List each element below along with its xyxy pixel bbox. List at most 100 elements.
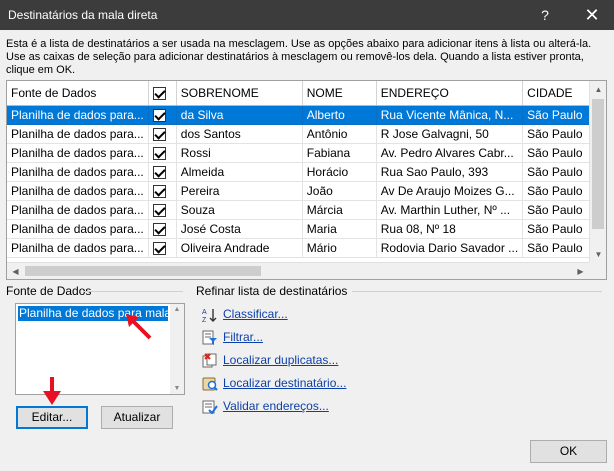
refresh-button[interactable]: Atualizar: [101, 406, 173, 429]
cell-checkbox[interactable]: [148, 143, 177, 163]
table-row[interactable]: Planilha de dados para... dos Santos Antôn…: [7, 124, 604, 144]
table-row[interactable]: Planilha de dados para... Souza Márcia Av. …: [7, 200, 604, 220]
refine-list-divider: [352, 291, 602, 292]
validate-addresses-link-label[interactable]: Validar endereços...: [223, 399, 329, 413]
scroll-down-icon[interactable]: ▼: [170, 385, 184, 392]
table-row[interactable]: Planilha de dados para... da Silva Alberto…: [7, 105, 604, 125]
cell-endereco[interactable]: Rua Sao Paulo, 393: [376, 162, 524, 182]
column-header-check[interactable]: [148, 81, 177, 106]
column-header-sobrenome[interactable]: SOBRENOME: [176, 81, 303, 106]
help-button[interactable]: ?: [530, 0, 560, 30]
table-row[interactable]: Planilha de dados para... Almeida Horácio R…: [7, 162, 604, 182]
column-header-source[interactable]: Fonte de Dados: [7, 81, 149, 106]
cell-checkbox[interactable]: [148, 181, 177, 201]
cell-endereco[interactable]: Av De Araujo Moizes G...: [376, 181, 524, 201]
cell-source[interactable]: Planilha de dados para...: [7, 105, 149, 125]
cell-sobrenome[interactable]: da Silva: [176, 105, 303, 125]
column-header-endereco[interactable]: ENDEREÇO: [376, 81, 524, 106]
cell-sobrenome[interactable]: José Costa: [176, 219, 303, 239]
scroll-right-icon[interactable]: ▶: [572, 263, 589, 279]
cell-endereco[interactable]: R Jose Galvagni, 50: [376, 124, 524, 144]
cell-checkbox[interactable]: [148, 238, 177, 258]
filter-link[interactable]: Filtrar...: [202, 328, 263, 346]
filter-link-label[interactable]: Filtrar...: [223, 330, 263, 344]
description-text: Esta é a lista de destinatários a ser us…: [6, 38, 592, 76]
row-checkbox[interactable]: [152, 241, 166, 255]
table-row[interactable]: Planilha de dados para... Pereira João Av D…: [7, 181, 604, 201]
duplicates-icon: [202, 353, 218, 369]
cell-nome[interactable]: João: [302, 181, 377, 201]
find-recipient-link[interactable]: Localizar destinatário...: [202, 374, 346, 392]
cell-endereco[interactable]: Rua Vicente Mânica, N...: [376, 105, 524, 125]
select-all-checkbox[interactable]: [152, 86, 166, 100]
row-checkbox[interactable]: [152, 146, 166, 160]
cell-nome[interactable]: Márcia: [302, 200, 377, 220]
scroll-up-icon[interactable]: ▲: [590, 81, 606, 98]
window-title: Destinatários da mala direta: [8, 8, 158, 22]
cell-source[interactable]: Planilha de dados para...: [7, 238, 149, 258]
sort-link[interactable]: AZ Classificar...: [202, 305, 288, 324]
row-checkbox[interactable]: [152, 222, 166, 236]
cell-source[interactable]: Planilha de dados para...: [7, 124, 149, 144]
cell-sobrenome[interactable]: Almeida: [176, 162, 303, 182]
find-recipient-link-label[interactable]: Localizar destinatário...: [223, 376, 346, 390]
cell-sobrenome[interactable]: Pereira: [176, 181, 303, 201]
refine-list-label: Refinar lista de destinatários: [196, 284, 348, 298]
scrollbar-corner: [589, 262, 606, 279]
cell-endereco[interactable]: Av. Pedro Alvares Cabr...: [376, 143, 524, 163]
column-header-nome[interactable]: NOME: [302, 81, 377, 106]
cell-sobrenome[interactable]: Oliveira Andrade: [176, 238, 303, 258]
edit-button[interactable]: Editar...: [16, 406, 88, 429]
scroll-up-icon[interactable]: ▲: [170, 306, 184, 313]
find-duplicates-link-label[interactable]: Localizar duplicatas...: [223, 353, 338, 367]
cell-nome[interactable]: Antônio: [302, 124, 377, 144]
scroll-thumb[interactable]: [592, 99, 604, 229]
cell-source[interactable]: Planilha de dados para...: [7, 162, 149, 182]
row-checkbox[interactable]: [152, 184, 166, 198]
cell-checkbox[interactable]: [148, 200, 177, 220]
row-checkbox[interactable]: [152, 165, 166, 179]
recipients-table: Fonte de Dados SOBRENOME NOME ENDEREÇO C…: [7, 81, 604, 258]
cell-endereco[interactable]: Rua 08, Nº 18: [376, 219, 524, 239]
cell-nome[interactable]: Horácio: [302, 162, 377, 182]
arrow-icon: [126, 314, 152, 340]
recipients-grid[interactable]: Fonte de Dados SOBRENOME NOME ENDEREÇO C…: [6, 80, 607, 280]
cell-source[interactable]: Planilha de dados para...: [7, 181, 149, 201]
data-source-divider: [83, 291, 183, 292]
cell-sobrenome[interactable]: Rossi: [176, 143, 303, 163]
row-checkbox[interactable]: [152, 108, 166, 122]
scroll-down-icon[interactable]: ▼: [590, 246, 606, 263]
ok-button[interactable]: OK: [530, 440, 607, 463]
row-checkbox[interactable]: [152, 127, 166, 141]
validate-addresses-link[interactable]: Validar endereços...: [202, 397, 329, 415]
close-button[interactable]: ✕: [570, 0, 614, 30]
data-source-scrollbar[interactable]: ▲ ▼: [170, 304, 184, 394]
cell-sobrenome[interactable]: dos Santos: [176, 124, 303, 144]
cell-nome[interactable]: Fabiana: [302, 143, 377, 163]
table-row[interactable]: Planilha de dados para... Rossi Fabiana Av.…: [7, 143, 604, 163]
cell-source[interactable]: Planilha de dados para...: [7, 200, 149, 220]
cell-checkbox[interactable]: [148, 124, 177, 144]
cell-sobrenome[interactable]: Souza: [176, 200, 303, 220]
cell-source[interactable]: Planilha de dados para...: [7, 143, 149, 163]
scroll-left-icon[interactable]: ◀: [7, 263, 24, 279]
cell-nome[interactable]: Alberto: [302, 105, 377, 125]
cell-endereco[interactable]: Av. Marthin Luther, Nº ...: [376, 200, 524, 220]
table-row[interactable]: Planilha de dados para... José Costa Maria…: [7, 219, 604, 239]
grid-vertical-scrollbar[interactable]: ▲ ▼: [589, 81, 606, 263]
sort-link-label[interactable]: Classificar...: [223, 307, 288, 321]
find-duplicates-link[interactable]: Localizar duplicatas...: [202, 351, 338, 369]
grid-horizontal-scrollbar[interactable]: ◀ ▶: [7, 262, 589, 279]
scroll-thumb-horizontal[interactable]: [25, 266, 261, 276]
cell-nome[interactable]: Maria: [302, 219, 377, 239]
cell-nome[interactable]: Mário: [302, 238, 377, 258]
cell-source[interactable]: Planilha de dados para...: [7, 219, 149, 239]
cell-checkbox[interactable]: [148, 105, 177, 125]
svg-text:Z: Z: [202, 317, 207, 323]
row-checkbox[interactable]: [152, 203, 166, 217]
data-source-label: Fonte de Dados: [6, 284, 92, 298]
cell-checkbox[interactable]: [148, 162, 177, 182]
cell-checkbox[interactable]: [148, 219, 177, 239]
cell-endereco[interactable]: Rodovia Dario Savador ...: [376, 238, 524, 258]
table-row[interactable]: Planilha de dados para... Oliveira Andrad…: [7, 238, 604, 258]
